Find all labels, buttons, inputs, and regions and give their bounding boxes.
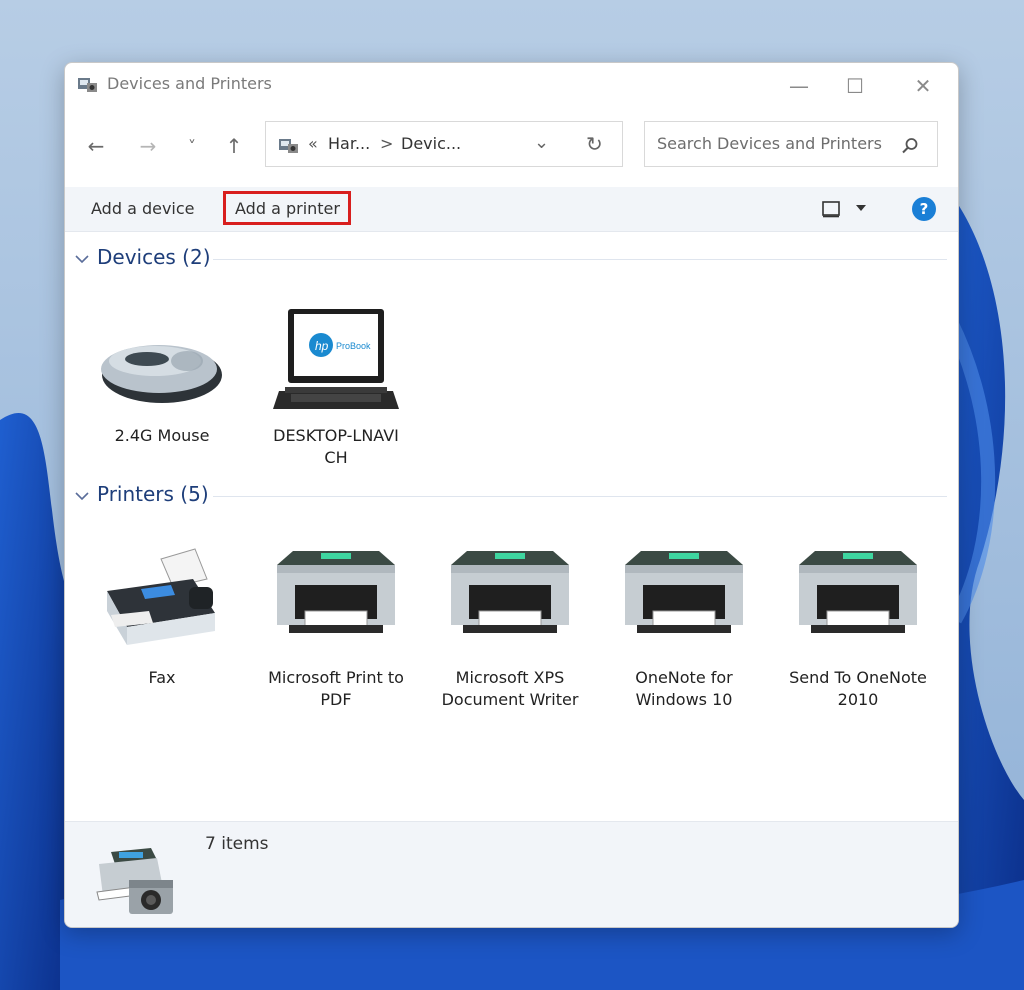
- fax-icon: [107, 548, 215, 645]
- add-printer-button[interactable]: Add a printer: [235, 199, 340, 218]
- breadcrumb-overflow-icon[interactable]: «: [308, 134, 318, 153]
- printer-icon: [625, 551, 743, 633]
- laptop-icon: hp ProBook: [273, 309, 399, 409]
- device-label: 2.4G Mouse: [114, 426, 210, 445]
- item-count: 7 items: [205, 834, 269, 854]
- address-dropdown-icon[interactable]: ⌄: [534, 132, 549, 153]
- group-divider: [213, 496, 947, 497]
- printer-item-microsoft-xps-document-writer[interactable]: Microsoft XPS Document Writer: [435, 541, 585, 711]
- breadcrumb-hardware[interactable]: Har...: [328, 134, 370, 153]
- window-title: Devices and Printers: [107, 74, 272, 93]
- devices-and-printers-large-icon: [96, 848, 173, 914]
- back-button[interactable]: ←: [81, 131, 111, 161]
- devices-group-title: Devices (2): [97, 245, 211, 269]
- printer-label: Microsoft XPS Document Writer: [441, 668, 579, 709]
- breadcrumb-devices[interactable]: Devic...: [401, 134, 461, 153]
- close-button[interactable]: ✕: [901, 71, 945, 101]
- printers-group-title: Printers (5): [97, 482, 209, 506]
- help-icon: ?: [919, 200, 929, 218]
- devices-group-header[interactable]: Devices (2): [75, 245, 947, 275]
- mouse-icon: [101, 345, 222, 403]
- laptop-model-text: ProBook: [336, 341, 371, 351]
- search-input[interactable]: Search Devices and Printers: [657, 134, 882, 153]
- up-arrow-icon: ↑: [225, 134, 243, 158]
- refresh-icon[interactable]: ↻: [586, 132, 603, 156]
- group-divider: [213, 259, 947, 260]
- devices-and-printers-icon: [279, 139, 298, 153]
- device-label: DESKTOP-LNAVICH: [273, 426, 399, 467]
- devices-and-printers-window: Devices and Printers — ☐ ✕ ← → ˅ ↑ « Har…: [64, 62, 959, 928]
- printer-label: Microsoft Print to PDF: [268, 668, 404, 709]
- devices-and-printers-icon: [78, 78, 97, 92]
- back-arrow-icon: ←: [87, 134, 105, 158]
- printer-item-fax[interactable]: Fax: [87, 541, 237, 689]
- details-pane: 7 items: [65, 821, 958, 927]
- printer-item-onenote-for-windows-10[interactable]: OneNote for Windows 10: [609, 541, 759, 711]
- view-dropdown-icon[interactable]: [855, 203, 867, 213]
- title-bar: Devices and Printers — ☐ ✕: [65, 63, 958, 107]
- device-item-mouse[interactable]: 2.4G Mouse: [87, 299, 237, 447]
- collapse-chevron-icon[interactable]: [75, 486, 89, 505]
- add-device-button[interactable]: Add a device: [91, 199, 195, 218]
- minimize-icon: —: [789, 74, 809, 98]
- printer-icon: [799, 551, 917, 633]
- printer-label: Send To OneNote 2010: [789, 668, 927, 709]
- device-item-desktop[interactable]: hp ProBook DESKTOP-LNAVICH: [261, 299, 411, 469]
- printer-item-microsoft-print-to-pdf[interactable]: Microsoft Print to PDF: [261, 541, 411, 711]
- close-icon: ✕: [914, 74, 932, 98]
- printers-group-header[interactable]: Printers (5): [75, 482, 947, 512]
- forward-arrow-icon: →: [139, 134, 157, 158]
- printer-label: Fax: [148, 668, 176, 687]
- breadcrumb-separator-icon: >: [380, 134, 394, 153]
- collapse-chevron-icon[interactable]: [75, 249, 89, 268]
- maximize-icon: ☐: [846, 74, 864, 98]
- up-button[interactable]: ↑: [219, 131, 249, 161]
- printer-item-send-to-onenote-2010[interactable]: Send To OneNote 2010: [783, 541, 933, 711]
- view-options-icon[interactable]: [821, 199, 841, 219]
- maximize-button[interactable]: ☐: [833, 71, 877, 101]
- chevron-down-icon: ˅: [188, 136, 196, 156]
- address-bar[interactable]: « Har... > Devic... ⌄ ↻: [265, 121, 623, 167]
- recent-locations-button[interactable]: ˅: [177, 131, 207, 161]
- minimize-button[interactable]: —: [777, 71, 821, 101]
- navigation-bar: ← → ˅ ↑ « Har... > Devic... ⌄ ↻ Search D…: [65, 119, 958, 171]
- hp-logo-text: hp: [315, 339, 329, 353]
- forward-button[interactable]: →: [133, 131, 163, 161]
- printer-icon: [277, 551, 395, 633]
- help-button[interactable]: ?: [912, 197, 936, 221]
- search-icon[interactable]: [901, 137, 919, 155]
- printer-icon: [451, 551, 569, 633]
- printer-label: OneNote for Windows 10: [635, 668, 733, 709]
- command-bar: Add a device Add a printer ?: [65, 187, 958, 232]
- search-box[interactable]: Search Devices and Printers: [644, 121, 938, 167]
